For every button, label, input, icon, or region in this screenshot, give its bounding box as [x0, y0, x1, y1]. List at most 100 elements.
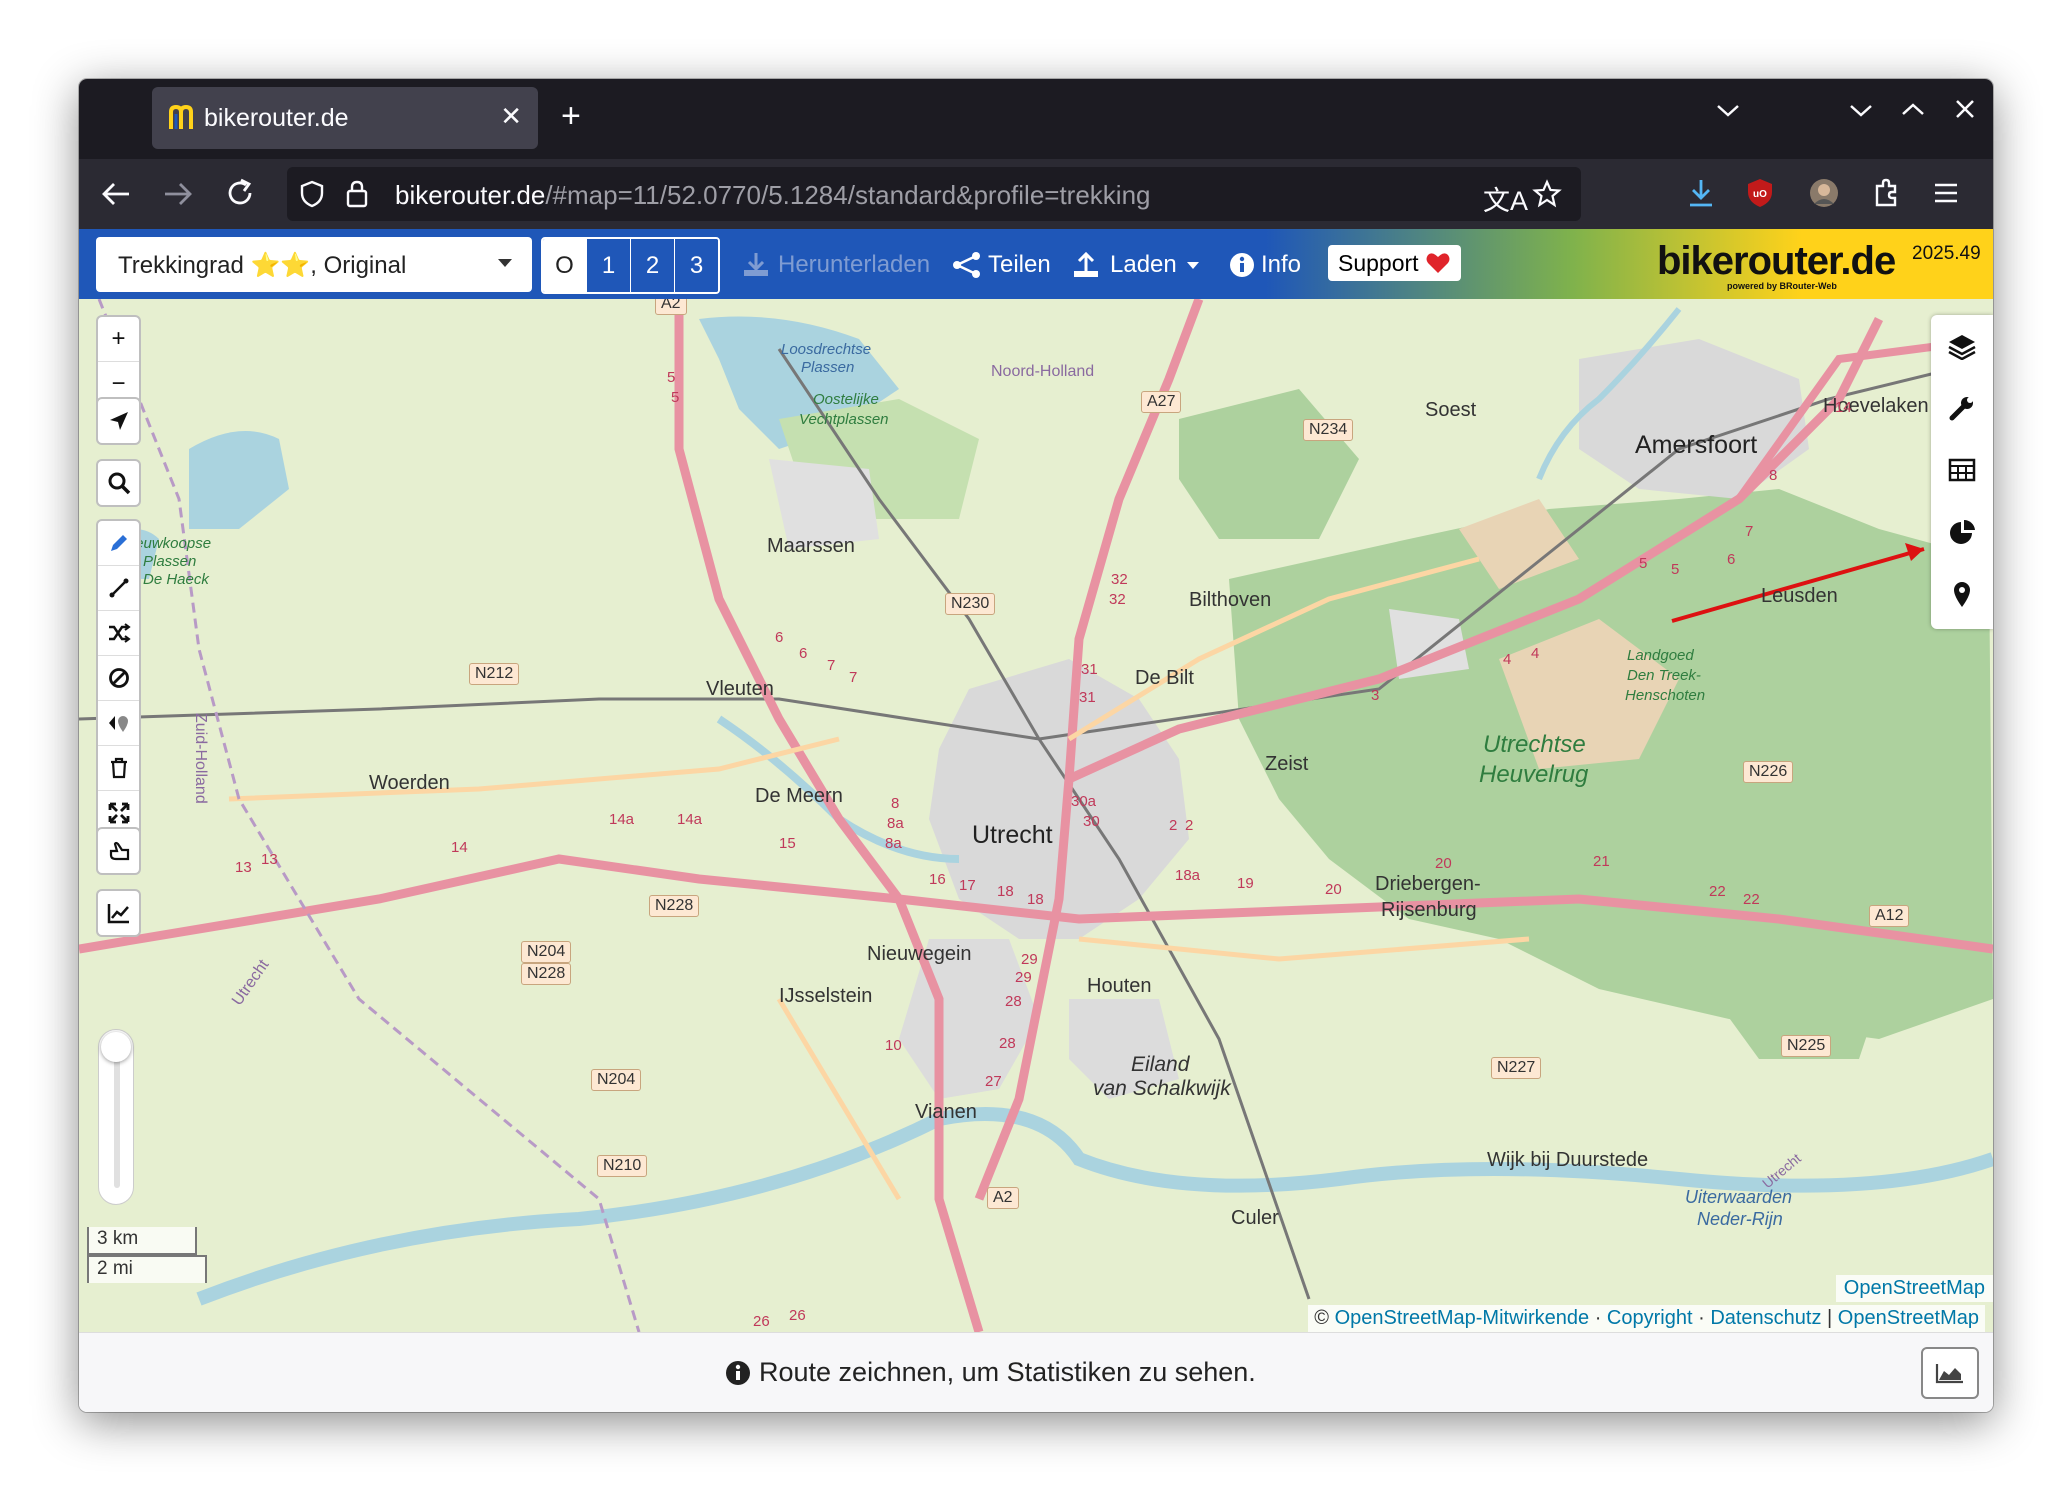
- toggle-elevation-button[interactable]: [1921, 1347, 1979, 1399]
- share-button[interactable]: Teilen: [952, 251, 1051, 279]
- label-area: Landgoed: [1627, 647, 1694, 664]
- alternative-route-1[interactable]: 1: [586, 239, 630, 292]
- profile-select[interactable]: Trekkingrad ⭐⭐, Original: [96, 237, 532, 292]
- alternative-route-2[interactable]: 2: [630, 239, 674, 292]
- road-shield: A2: [655, 299, 687, 315]
- share-label: Teilen: [988, 251, 1051, 278]
- hand-point-icon: [109, 841, 129, 861]
- road-shield: N227: [1491, 1057, 1542, 1079]
- map-marker-icon: [1954, 582, 1970, 607]
- ublock-shield-icon[interactable]: uO: [1745, 177, 1775, 209]
- zoom-slider-knob[interactable]: [101, 1032, 131, 1062]
- label-city: Soest: [1425, 399, 1477, 421]
- tab-list-chevron-icon[interactable]: [1716, 103, 1740, 119]
- junction-number: 26: [753, 1313, 770, 1330]
- label-city: Amersfoort: [1635, 431, 1758, 459]
- junction-number: 32: [1109, 591, 1126, 608]
- layer-attribution[interactable]: OpenStreetMap: [1835, 1275, 1993, 1302]
- label-city: Maarssen: [767, 535, 855, 557]
- road-shield: N234: [1303, 419, 1354, 441]
- pie-chart-icon: [1950, 519, 1975, 544]
- shield-icon[interactable]: [299, 180, 325, 208]
- draw-route-button[interactable]: [98, 521, 139, 566]
- back-arrow-icon[interactable]: [101, 180, 131, 208]
- minimize-chevron-icon[interactable]: [1849, 103, 1873, 119]
- copyright-link[interactable]: Copyright: [1607, 1307, 1693, 1329]
- junction-number: 31: [1081, 661, 1098, 678]
- url-bar[interactable]: bikerouter.de/#map=11/52.0770/5.1284/sta…: [287, 167, 1581, 221]
- alternative-route-3[interactable]: 3: [674, 239, 718, 292]
- table-button[interactable]: [1931, 439, 1993, 501]
- download-icon[interactable]: [1687, 178, 1715, 208]
- location-arrow-icon: [109, 412, 128, 430]
- extensions-puzzle-icon[interactable]: [1872, 177, 1902, 209]
- junction-number: 4: [1503, 651, 1512, 668]
- bookmark-star-icon[interactable]: [1532, 179, 1562, 209]
- reload-icon[interactable]: [225, 178, 255, 208]
- search-button[interactable]: [98, 461, 139, 505]
- lock-icon[interactable]: [345, 179, 369, 209]
- search-control: [96, 459, 141, 507]
- delete-route-button[interactable]: [98, 746, 139, 791]
- locate-button[interactable]: [98, 399, 139, 443]
- junction-number: 8: [891, 795, 900, 812]
- brand-logo[interactable]: bikerouter.de: [1657, 239, 1896, 284]
- translate-icon[interactable]: 文A: [1483, 179, 1528, 218]
- label-city: Driebergen-: [1375, 873, 1481, 895]
- analysis-button[interactable]: [1931, 501, 1993, 563]
- label-area: van Schalkwijk: [1093, 1077, 1231, 1100]
- label-area: Vechtplassen: [799, 411, 889, 428]
- alternative-route-o[interactable]: O: [543, 239, 586, 292]
- maximize-chevron-icon[interactable]: [1901, 101, 1925, 117]
- label-city: Nieuwegein: [867, 943, 972, 965]
- forward-arrow-icon[interactable]: [163, 180, 193, 208]
- scale-mi: 2 mi: [87, 1255, 207, 1283]
- junction-number: 5: [1671, 561, 1680, 578]
- profile-avatar-icon[interactable]: [1808, 177, 1840, 209]
- road-shield: A27: [1141, 391, 1182, 413]
- label-area: Plassen: [143, 553, 197, 570]
- download-button[interactable]: Herunterladen: [742, 251, 930, 279]
- draw-straight-button[interactable]: [98, 566, 139, 611]
- load-dropdown[interactable]: Laden: [1072, 251, 1199, 279]
- support-button[interactable]: Support: [1328, 245, 1461, 281]
- label-area: De Haeck: [143, 571, 209, 588]
- heart-icon: [1426, 253, 1450, 273]
- junction-number: 16: [929, 871, 946, 888]
- tab-close-icon[interactable]: ✕: [500, 101, 522, 132]
- label-city: Rijsenburg: [1381, 899, 1477, 921]
- osm-contributors-link[interactable]: OpenStreetMap-Mitwirkende: [1335, 1307, 1590, 1329]
- pointing-hand-button[interactable]: [98, 829, 139, 873]
- label-city: De Meern: [755, 785, 843, 807]
- profile-select-value: Trekkingrad ⭐⭐, Original: [118, 252, 407, 279]
- road-shield: N212: [469, 663, 520, 685]
- elevation-chart-button[interactable]: [98, 891, 139, 935]
- road-shield: A2: [987, 1187, 1019, 1209]
- delete-last-point-button[interactable]: [98, 701, 139, 746]
- settings-button[interactable]: [1931, 377, 1993, 439]
- reverse-route-button[interactable]: [98, 611, 139, 656]
- junction-number: 8a: [885, 835, 902, 852]
- attribution-copyright-symbol: ©: [1314, 1307, 1330, 1329]
- bikerouter-favicon-icon: [169, 104, 193, 129]
- nogo-area-button[interactable]: [98, 656, 139, 701]
- zoom-slider[interactable]: [98, 1029, 134, 1205]
- privacy-link[interactable]: Datenschutz: [1710, 1307, 1821, 1329]
- junction-number: 2: [1169, 817, 1178, 834]
- info-button[interactable]: Info: [1229, 251, 1301, 279]
- layers-button[interactable]: [1931, 315, 1993, 377]
- window-close-icon[interactable]: [1955, 99, 1975, 119]
- label-province: Noord-Holland: [991, 363, 1095, 380]
- browser-tab[interactable]: bikerouter.de ✕: [152, 87, 538, 149]
- new-tab-icon[interactable]: +: [561, 99, 581, 133]
- road-shield: N210: [597, 1155, 648, 1177]
- menu-hamburger-icon[interactable]: [1932, 181, 1960, 205]
- label-city: Woerden: [369, 772, 450, 794]
- draw-toolbar: [96, 519, 141, 837]
- map-view[interactable]: Utrecht Amersfoort Maarssen Soest Biltho…: [79, 299, 1993, 1332]
- poi-button[interactable]: [1931, 563, 1993, 625]
- zoom-in-button[interactable]: +: [98, 317, 139, 362]
- brand-subtitle: powered by BRouter-Web: [1727, 281, 1837, 291]
- label-city: Zeist: [1265, 753, 1309, 775]
- osm-link[interactable]: OpenStreetMap: [1838, 1307, 1979, 1329]
